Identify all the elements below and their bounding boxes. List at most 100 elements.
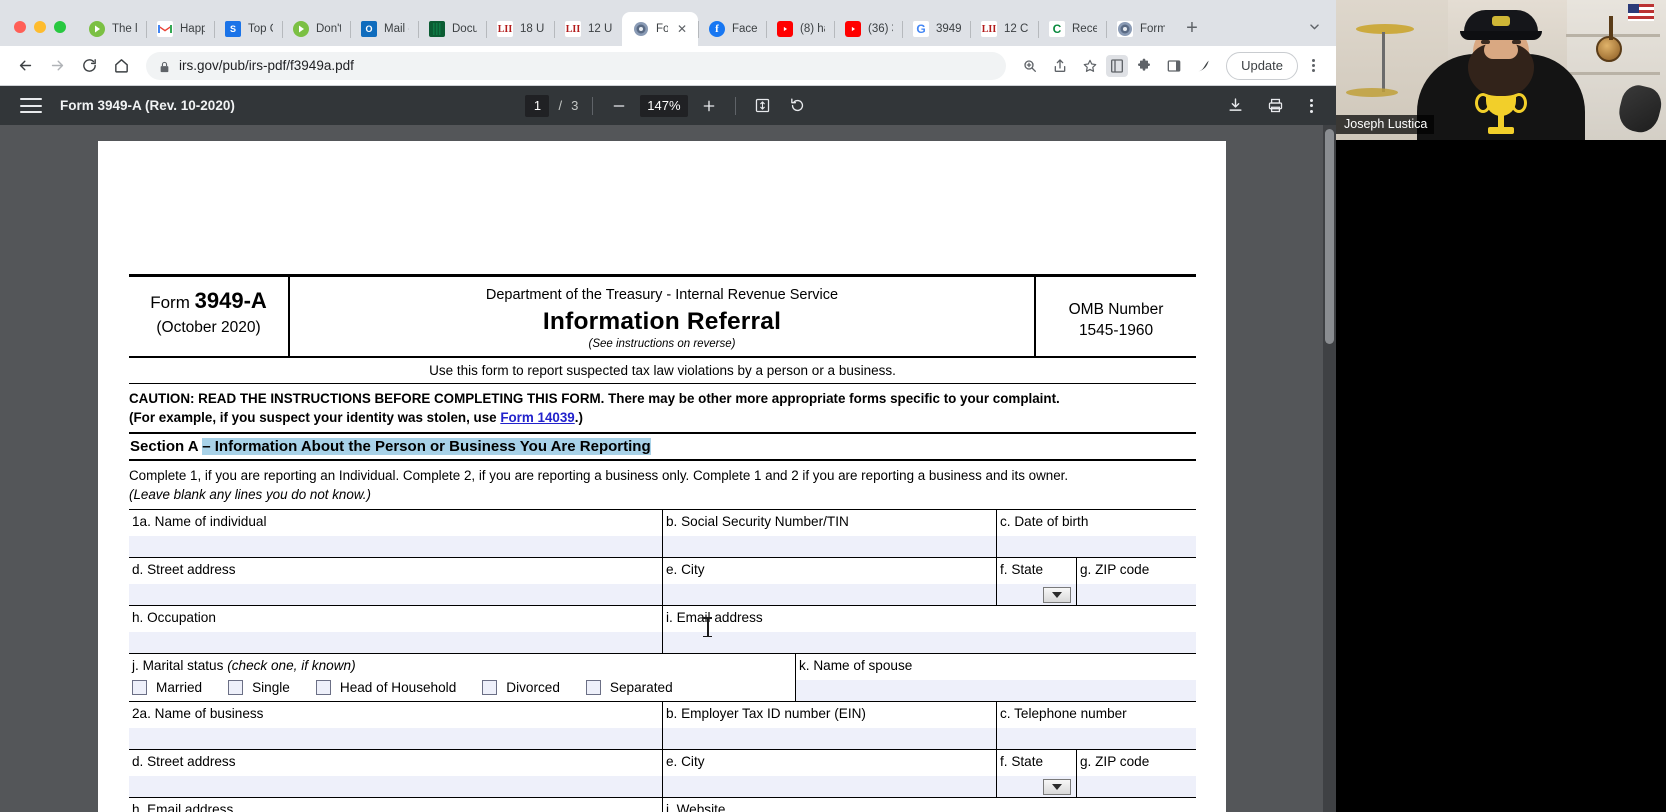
form-14039-link[interactable]: Form 14039 [500,410,574,425]
tab-youtube-36[interactable]: (36) 3 [834,12,902,46]
text-input[interactable] [663,632,1196,653]
field-label: k. Name of spouse [799,658,913,673]
field-telephone-number[interactable]: c. Telephone number [997,702,1196,749]
text-input[interactable] [663,776,996,797]
tab-mail[interactable]: O Mail - [350,12,418,46]
scrollbar-thumb[interactable] [1325,129,1334,344]
field-occupation[interactable]: h. Occupation [129,606,663,653]
drum-cymbal [1356,24,1414,34]
tab-youtube-8[interactable]: (8) ha [766,12,834,46]
checkbox-married[interactable] [132,680,147,695]
tab-form-3949a-active[interactable]: Fo ✕ [622,12,698,46]
page-number-input[interactable]: 1 [525,94,550,117]
close-window-button[interactable] [14,21,26,33]
text-input[interactable] [997,536,1196,557]
tab-dont[interactable]: Don't [282,12,350,46]
bookmark-star-icon[interactable] [1076,52,1104,80]
download-icon[interactable] [1222,93,1248,119]
maximize-window-button[interactable] [54,21,66,33]
caution-line-1: CAUTION: READ THE INSTRUCTIONS BEFORE CO… [129,391,1060,406]
share-icon[interactable] [1046,52,1074,80]
field-email-individual[interactable]: i. Email address [663,606,1196,653]
tab-happe[interactable]: Happe [146,12,214,46]
tab-docu[interactable]: Docu [418,12,486,46]
field-ssn-tin[interactable]: b. Social Security Number/TIN [663,510,997,557]
text-input[interactable] [796,680,1196,701]
screen: The lo Happe S Top G Don't [0,0,1666,812]
pdf-document-title: Form 3949-A (Rev. 10-2020) [60,98,235,113]
dropdown-triangle-icon[interactable] [1043,779,1071,795]
zoom-out-button[interactable] [607,94,631,118]
fit-to-page-icon[interactable] [750,93,776,119]
minimize-window-button[interactable] [34,21,46,33]
home-icon[interactable] [106,51,136,81]
tab-facebook[interactable]: f Faceb [698,12,766,46]
field-city-business[interactable]: e. City [663,750,997,797]
new-tab-button[interactable]: + [1178,14,1206,42]
update-button[interactable]: Update [1226,51,1298,80]
field-state-individual[interactable]: f. State [997,558,1077,605]
lock-icon [159,60,170,72]
tab-12-cfr[interactable]: LII 12 CFI [970,12,1038,46]
text-input[interactable] [129,728,662,749]
tab-google-3949[interactable]: G 3949 [902,12,970,46]
tab-18-usc[interactable]: LII 18 U.S [486,12,554,46]
zoom-level-value[interactable]: 147% [640,94,688,117]
text-input[interactable] [663,728,996,749]
tab-the-lo[interactable]: The lo [78,12,146,46]
text-input[interactable] [129,776,662,797]
field-state-business[interactable]: f. State [997,750,1077,797]
field-ein[interactable]: b. Employer Tax ID number (EIN) [663,702,997,749]
text-input[interactable] [129,632,662,653]
pen-draw-icon[interactable] [1190,52,1218,80]
hamburger-menu-icon[interactable] [20,98,42,113]
field-city-individual[interactable]: e. City [663,558,997,605]
reading-list-icon[interactable] [1106,54,1129,77]
field-street-address-individual[interactable]: d. Street address [129,558,663,605]
checkbox-separated[interactable] [585,680,601,695]
zoom-icon[interactable] [1016,52,1044,80]
field-date-of-birth[interactable]: c. Date of birth [997,510,1196,557]
field-email-business[interactable]: h. Email address [129,798,663,812]
text-input[interactable] [997,728,1196,749]
field-name-of-business[interactable]: 2a. Name of business [129,702,663,749]
back-arrow-icon[interactable] [10,51,40,81]
checkbox-divorced[interactable] [482,680,498,695]
chevron-down-icon[interactable] [1302,14,1326,38]
form-number: 3949-A [194,288,267,313]
extensions-puzzle-icon[interactable] [1130,52,1158,80]
text-input[interactable] [1077,776,1196,797]
field-zip-business[interactable]: g. ZIP code [1077,750,1196,797]
tab-recen[interactable]: C Recen [1038,12,1106,46]
instructions-line-2: (Leave blank any lines you do not know.) [129,486,371,502]
close-icon[interactable]: ✕ [675,22,689,36]
field-name-of-individual[interactable]: 1a. Name of individual [129,510,663,557]
text-input[interactable] [663,536,996,557]
kebab-menu-icon[interactable] [1302,98,1320,113]
text-input[interactable] [663,584,996,605]
rotate-icon[interactable] [785,93,811,119]
forward-arrow-icon[interactable] [42,51,72,81]
tab-top-g[interactable]: S Top G [214,12,282,46]
kebab-menu-icon[interactable] [1300,52,1326,80]
vertical-scrollbar[interactable] [1323,125,1336,812]
tab-12-usc[interactable]: LII 12 U.S [554,12,622,46]
form-subtitle: (See instructions on reverse) [588,338,736,350]
text-input[interactable] [1077,584,1196,605]
zoom-in-button[interactable] [697,94,721,118]
text-input[interactable] [129,536,662,557]
field-website[interactable]: i. Website [663,798,1196,812]
text-input[interactable] [129,584,662,605]
dropdown-triangle-icon[interactable] [1043,587,1071,603]
field-street-address-business[interactable]: d. Street address [129,750,663,797]
checkbox-single[interactable] [228,680,244,695]
reload-icon[interactable] [74,51,104,81]
field-zip-individual[interactable]: g. ZIP code [1077,558,1196,605]
field-name-of-spouse[interactable]: k. Name of spouse [796,654,1196,701]
checkbox-head-of-household[interactable] [315,680,331,695]
print-icon[interactable] [1262,93,1288,119]
url-input[interactable]: irs.gov/pub/irs-pdf/f3949a.pdf [146,51,1007,80]
side-panel-icon[interactable] [1160,52,1188,80]
tab-form[interactable]: Form [1106,12,1174,46]
field-label: b. Social Security Number/TIN [666,514,849,529]
